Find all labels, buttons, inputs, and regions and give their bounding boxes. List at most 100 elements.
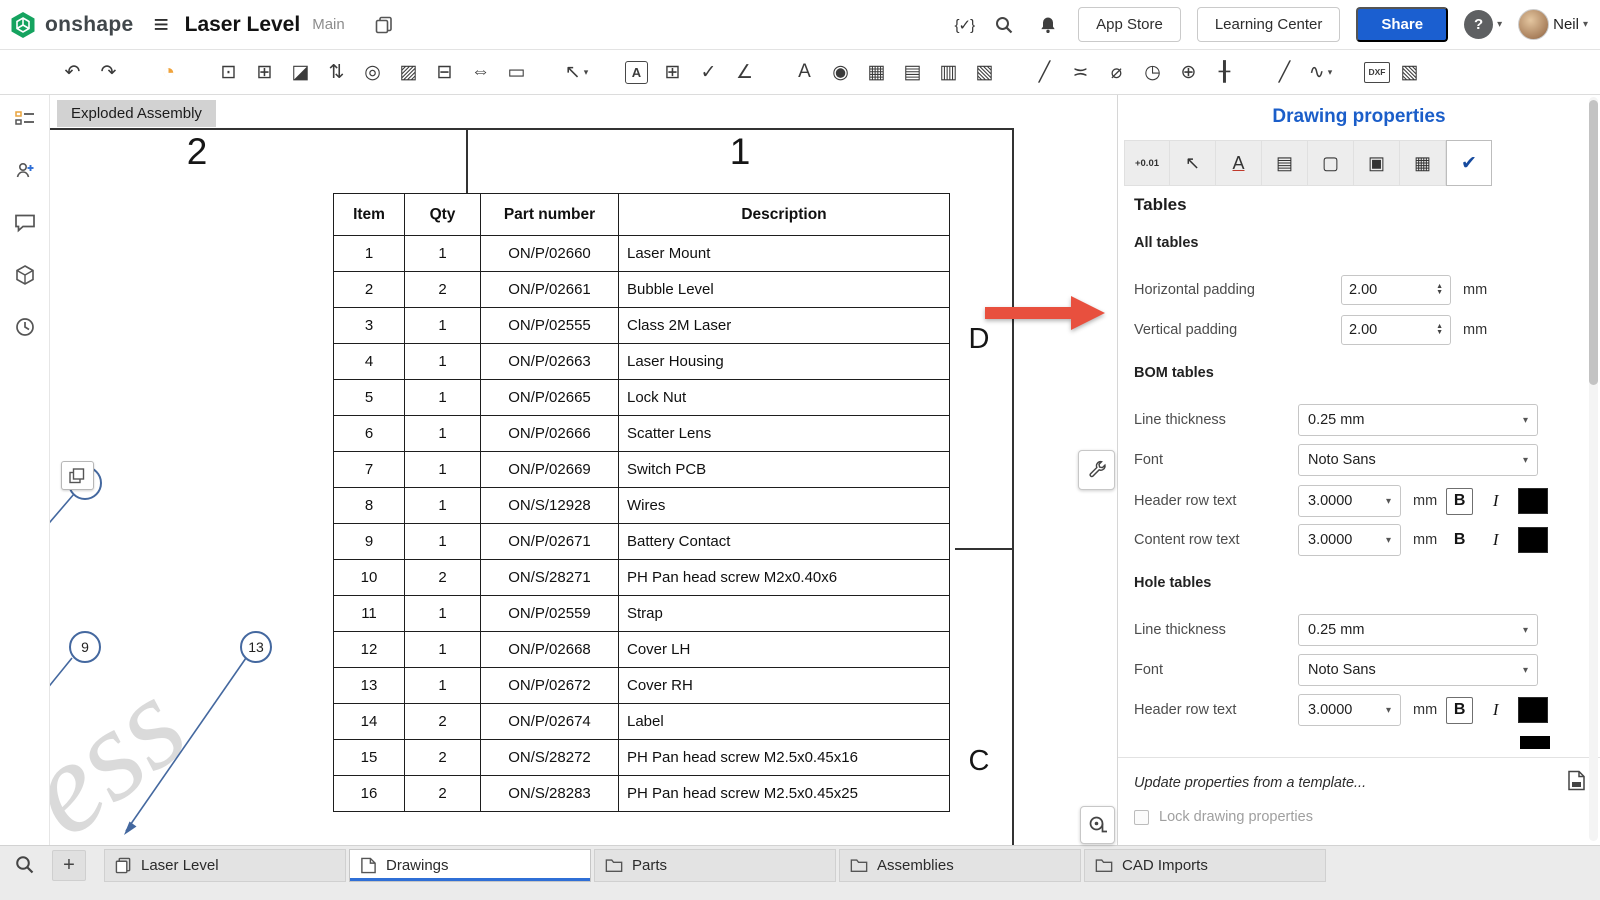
callout-leader-icon[interactable]: ↖▾ bbox=[560, 56, 593, 89]
show-hide-edges-icon[interactable]: ▭ bbox=[500, 56, 533, 89]
sheet-icon[interactable]: ▤ bbox=[896, 56, 929, 89]
text-icon[interactable]: A bbox=[788, 56, 821, 89]
auxiliary-view-icon[interactable]: ◪ bbox=[284, 56, 317, 89]
panel-tab-text-properties[interactable]: A bbox=[1216, 140, 1262, 186]
table-icon[interactable]: ▦ bbox=[860, 56, 893, 89]
app-store-button[interactable]: App Store bbox=[1078, 7, 1181, 42]
update-views-icon[interactable]: ◔ bbox=[152, 56, 185, 89]
user-menu[interactable]: Neil ▾ bbox=[1518, 9, 1588, 40]
drawing-canvas[interactable]: Exploded Assembly 2 1 D C ess 9 13 Item … bbox=[50, 95, 1117, 845]
share-button[interactable]: Share bbox=[1356, 7, 1448, 42]
update-from-template-link[interactable]: Update properties from a template... bbox=[1134, 775, 1567, 791]
sheet-tab-exploded-assembly[interactable]: Exploded Assembly bbox=[57, 100, 216, 127]
help-menu[interactable]: ? ▾ bbox=[1464, 10, 1502, 39]
text-color-swatch[interactable] bbox=[1518, 527, 1548, 553]
bom-header-text-size-select[interactable]: 3.0000 ▾ bbox=[1298, 485, 1401, 517]
insert-view-icon[interactable]: ⊡ bbox=[212, 56, 245, 89]
bom-line-thickness-select[interactable]: 0.25 mm ▾ bbox=[1298, 404, 1538, 436]
bom-font-select[interactable]: Noto Sans ▾ bbox=[1298, 444, 1538, 476]
hole-table-icon[interactable]: ▧ bbox=[968, 56, 1001, 89]
detail-view-icon[interactable]: ◎ bbox=[356, 56, 389, 89]
detail-callout-icon[interactable]: ◉ bbox=[824, 56, 857, 89]
bom-table[interactable]: Item Qty Part number Description 11ON/P/… bbox=[333, 193, 950, 812]
crop-view-icon[interactable]: ⊟ bbox=[428, 56, 461, 89]
parts-list-icon[interactable] bbox=[9, 259, 41, 291]
hole-header-text-size-select[interactable]: 3.0000 ▾ bbox=[1298, 694, 1401, 726]
export-image-icon[interactable]: ▧ bbox=[1393, 56, 1426, 89]
italic-button[interactable]: I bbox=[1482, 527, 1509, 554]
branch-name[interactable]: Main bbox=[312, 16, 345, 33]
versions-icon[interactable]: {✓} bbox=[955, 16, 975, 34]
spinner-down-icon[interactable]: ▼ bbox=[1436, 330, 1443, 336]
hole-line-thickness-select[interactable]: 0.25 mm ▾ bbox=[1298, 614, 1538, 646]
bottom-tab-laser-level[interactable]: Laser Level bbox=[104, 849, 346, 882]
search-tabs-icon[interactable] bbox=[14, 854, 35, 880]
panel-tab-validation-properties[interactable]: ✔ bbox=[1446, 140, 1492, 186]
bottom-tab-assemblies[interactable]: Assemblies bbox=[839, 849, 1081, 882]
sheets-panel-icon[interactable] bbox=[9, 103, 41, 135]
bold-button[interactable]: B bbox=[1446, 527, 1473, 554]
menu-icon[interactable]: ≡ bbox=[153, 9, 168, 40]
gdt-frame-icon[interactable]: ⊞ bbox=[656, 56, 689, 89]
panel-tab-table-style-properties[interactable]: ▤ bbox=[1262, 140, 1308, 186]
measure-tool-button[interactable] bbox=[1080, 806, 1115, 844]
diameter-dimension-icon[interactable]: ⌀ bbox=[1100, 56, 1133, 89]
broken-out-section-icon[interactable]: ▨ bbox=[392, 56, 425, 89]
projected-view-icon[interactable]: ⊞ bbox=[248, 56, 281, 89]
panel-tools-button[interactable] bbox=[1078, 450, 1115, 490]
bottom-tab-drawings[interactable]: Drawings bbox=[349, 849, 591, 882]
ordinate-dimension-icon[interactable]: ≍ bbox=[1064, 56, 1097, 89]
panel-tab-grid-properties[interactable]: ▦ bbox=[1400, 140, 1446, 186]
centerline-icon[interactable]: ╂ bbox=[1208, 56, 1241, 89]
radius-dimension-icon[interactable]: ◷ bbox=[1136, 56, 1169, 89]
dimension-icon[interactable]: ╱ bbox=[1028, 56, 1061, 89]
history-icon[interactable] bbox=[9, 311, 41, 343]
view-options-button[interactable] bbox=[61, 461, 94, 490]
spline-icon[interactable]: ∿▾ bbox=[1304, 56, 1337, 89]
text-color-swatch[interactable] bbox=[1518, 697, 1548, 723]
panel-tab-border-properties[interactable]: ▢ bbox=[1308, 140, 1354, 186]
spinner-down-icon[interactable]: ▼ bbox=[1436, 290, 1443, 296]
template-icon[interactable] bbox=[1567, 770, 1586, 796]
hole-font-select[interactable]: Noto Sans ▾ bbox=[1298, 654, 1538, 686]
spinner-arrows[interactable]: ▲▼ bbox=[1436, 284, 1443, 296]
panel-tab-leader-properties[interactable]: ↖ bbox=[1170, 140, 1216, 186]
onshape-logo[interactable]: onshape bbox=[8, 10, 133, 40]
learning-center-button[interactable]: Learning Center bbox=[1197, 7, 1341, 42]
export-dxf-icon[interactable]: DXF bbox=[1364, 62, 1390, 83]
vertical-padding-input[interactable]: 2.00 ▲▼ bbox=[1341, 315, 1451, 345]
bold-button[interactable]: B bbox=[1446, 488, 1473, 515]
balloon-13[interactable]: 13 bbox=[240, 631, 272, 663]
scrollbar-thumb[interactable] bbox=[1589, 100, 1598, 385]
panel-tab-dimension-properties[interactable]: +0.01 bbox=[1124, 140, 1170, 186]
bold-button[interactable]: B bbox=[1446, 697, 1473, 724]
bottom-tab-cad-imports[interactable]: CAD Imports bbox=[1084, 849, 1326, 882]
section-view-icon[interactable]: ⇅ bbox=[320, 56, 353, 89]
bom-table-icon[interactable]: ▥ bbox=[932, 56, 965, 89]
weld-symbol-icon[interactable]: ∠ bbox=[728, 56, 761, 89]
bottom-tab-parts[interactable]: Parts bbox=[594, 849, 836, 882]
copy-document-icon[interactable] bbox=[375, 16, 393, 34]
undo-icon[interactable]: ↶ bbox=[56, 56, 89, 89]
bom-content-text-size-select[interactable]: 3.0000 ▾ bbox=[1298, 524, 1401, 556]
note-icon[interactable]: A bbox=[625, 61, 648, 84]
search-icon[interactable] bbox=[990, 11, 1018, 39]
panel-tab-frame-properties[interactable]: ▣ bbox=[1354, 140, 1400, 186]
balloon-9[interactable]: 9 bbox=[69, 631, 101, 663]
spinner-arrows[interactable]: ▲▼ bbox=[1436, 324, 1443, 336]
italic-button[interactable]: I bbox=[1482, 488, 1509, 515]
surface-finish-icon[interactable]: ✓ bbox=[692, 56, 725, 89]
notifications-bell-icon[interactable] bbox=[1034, 11, 1062, 39]
update-from-template-row[interactable]: Update properties from a template... bbox=[1134, 767, 1586, 799]
break-view-icon[interactable]: ⇔ bbox=[464, 56, 497, 89]
share-add-user-icon[interactable] bbox=[9, 155, 41, 187]
center-mark-icon[interactable]: ⊕ bbox=[1172, 56, 1205, 89]
add-tab-button[interactable]: + bbox=[52, 850, 86, 881]
line-icon[interactable]: ╱ bbox=[1268, 56, 1301, 89]
italic-button[interactable]: I bbox=[1482, 697, 1509, 724]
comments-icon[interactable] bbox=[9, 207, 41, 239]
lock-checkbox[interactable] bbox=[1134, 810, 1149, 825]
text-color-swatch[interactable] bbox=[1518, 488, 1548, 514]
redo-icon[interactable]: ↷ bbox=[92, 56, 125, 89]
horizontal-padding-input[interactable]: 2.00 ▲▼ bbox=[1341, 275, 1451, 305]
